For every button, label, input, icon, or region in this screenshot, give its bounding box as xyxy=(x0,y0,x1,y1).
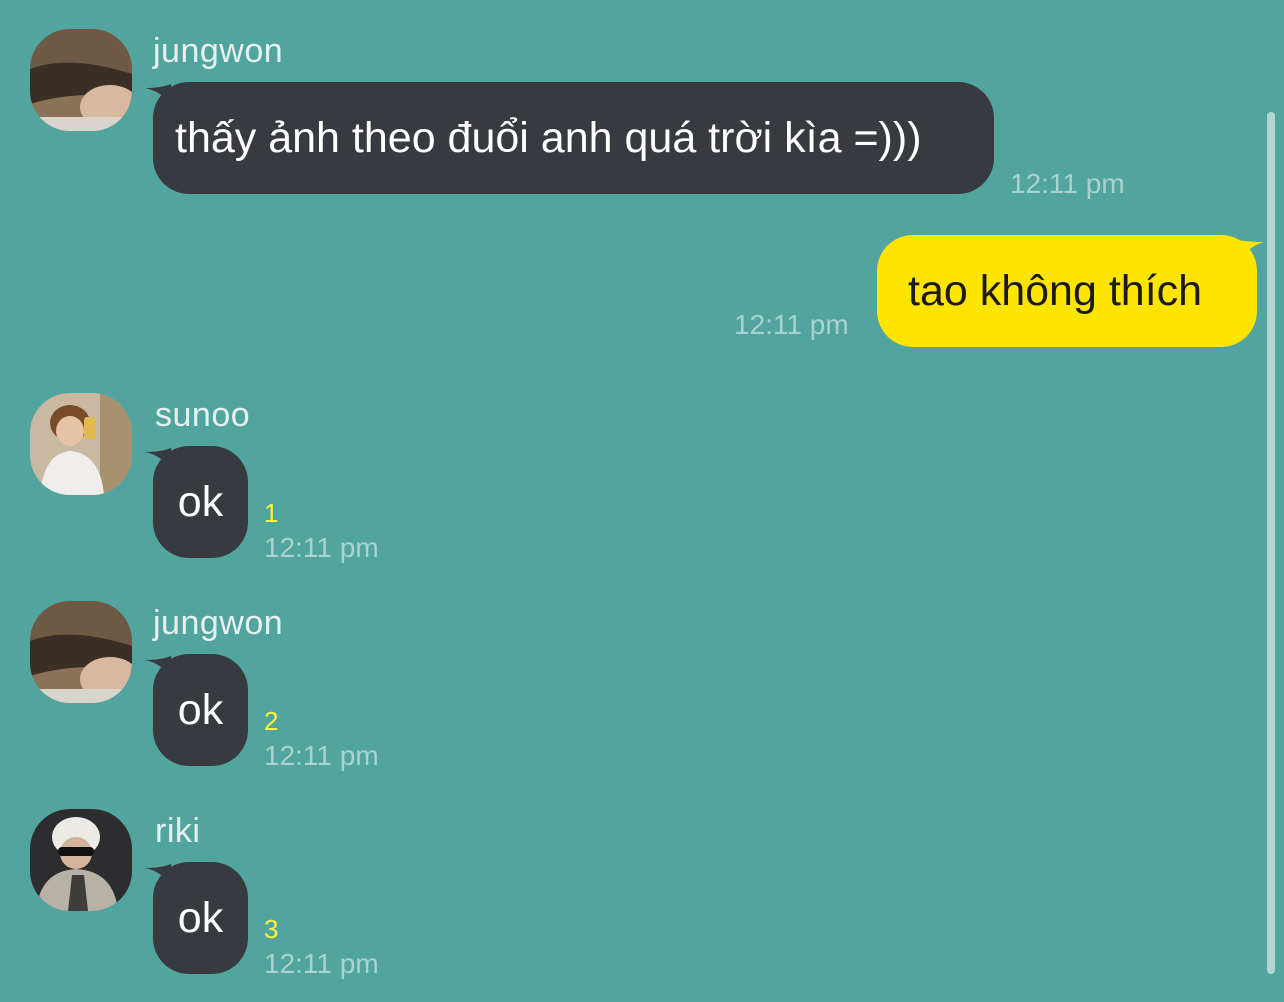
message-time: 12:11 pm xyxy=(264,532,379,563)
message-bubble[interactable]: thấy ảnh theo đuổi anh quá trời kìa =))) xyxy=(153,82,994,194)
message-time: 12:11 pm xyxy=(1010,168,1125,199)
avatar-sunoo[interactable] xyxy=(30,393,132,495)
sender-name: riki xyxy=(155,812,201,850)
unread-count: 2 xyxy=(264,706,279,736)
message-text: thấy ảnh theo đuổi anh quá trời kìa =))) xyxy=(175,113,922,162)
avatar-jungwon[interactable] xyxy=(30,601,132,703)
message-bubble[interactable]: ok xyxy=(153,654,248,766)
message-time: 12:11 pm xyxy=(264,948,379,979)
message-text: ok xyxy=(177,477,224,526)
message-time: 12:11 pm xyxy=(264,740,379,771)
sender-name: jungwon xyxy=(153,32,284,70)
message-time: 12:11 pm xyxy=(734,309,849,340)
my-message-bubble[interactable]: tao không thích xyxy=(877,235,1257,347)
message-text: ok xyxy=(177,893,224,942)
unread-count: 3 xyxy=(264,914,279,944)
sender-name: jungwon xyxy=(153,604,284,642)
sender-name: sunoo xyxy=(155,396,251,434)
unread-count: 1 xyxy=(264,498,279,528)
avatar-jungwon[interactable] xyxy=(30,29,132,131)
avatar-riki[interactable] xyxy=(30,809,132,911)
message-text: tao không thích xyxy=(908,266,1203,315)
message-text: ok xyxy=(177,685,224,734)
scrollbar[interactable] xyxy=(1267,112,1275,974)
message-bubble[interactable]: ok xyxy=(153,862,248,974)
message-bubble[interactable]: ok xyxy=(153,446,248,558)
